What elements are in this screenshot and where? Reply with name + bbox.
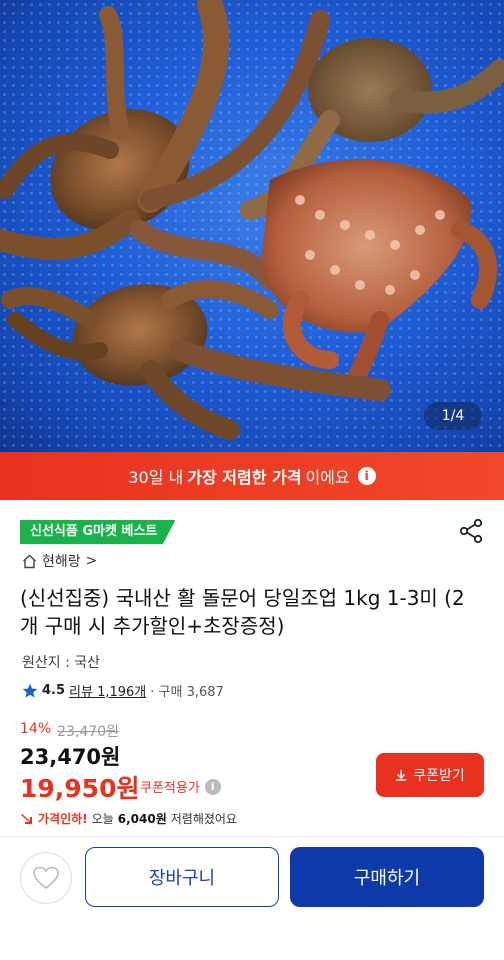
price-drop-amount: 6,040원	[117, 812, 167, 826]
share-icon[interactable]	[458, 518, 484, 544]
divider	[0, 836, 504, 837]
price-drop-label: 가격인하!	[38, 812, 88, 826]
get-coupon-label: 쿠폰받기	[413, 767, 465, 783]
price-drop-notice: 가격인하! 오늘 6,040원 저렴해졌어요	[20, 810, 237, 827]
image-counter: 1/4	[424, 402, 482, 430]
heart-icon	[33, 866, 59, 890]
product-page: 1/4 30일 내 가장 저렴한 가격 이에요 i 신선식품 G마켓 베스트 현…	[0, 0, 504, 960]
rating-score: 4.5	[42, 683, 66, 698]
info-icon[interactable]: i	[357, 467, 376, 485]
best-badge: 신선식품 G마켓 베스트	[20, 520, 176, 544]
product-title: (신선집중) 국내산 활 돌문어 당일조업 1kg 1-3미 (2개 구매 시 …	[20, 586, 465, 638]
wishlist-button[interactable]	[20, 852, 72, 904]
rating-row: 4.5 리뷰 1,196개 · 구매 3,687	[22, 681, 224, 700]
store-link[interactable]: 현해랑 >	[22, 551, 97, 571]
get-coupon-button[interactable]: 쿠폰받기	[376, 753, 484, 797]
discount-row: 14% 23,470원	[20, 721, 119, 741]
sale-price: 23,470원	[20, 745, 121, 769]
coupon-applied-note[interactable]: 쿠폰적용가 i	[140, 777, 221, 796]
star-icon	[22, 683, 38, 698]
store-name: 현해랑	[42, 554, 81, 570]
down-arrow-icon	[21, 813, 32, 824]
banner-text-suffix: 이에요	[305, 468, 350, 487]
lowest-price-banner[interactable]: 30일 내 가장 저렴한 가격 이에요 i	[0, 452, 504, 500]
coupon-price: 19,950원	[20, 774, 140, 803]
purchase-count: · 구매 3,687	[150, 685, 224, 700]
origin-info: 원산지 : 국산	[22, 655, 101, 671]
discount-rate: 14%	[20, 721, 52, 737]
octopus-photo	[0, 0, 504, 440]
banner-text-bold: 가장 저렴한 가격	[187, 468, 302, 487]
home-icon	[23, 554, 36, 568]
review-count-link[interactable]: 리뷰 1,196개	[69, 681, 146, 700]
banner-text-prefix: 30일 내	[128, 468, 184, 487]
coupon-note-text: 쿠폰적용가	[140, 781, 200, 796]
chevron-right-icon: >	[85, 553, 98, 569]
price-drop-prefix: 오늘	[91, 812, 114, 826]
info-icon[interactable]: i	[204, 778, 221, 795]
download-icon	[396, 770, 407, 781]
cart-button[interactable]: 장바구니	[85, 847, 279, 907]
product-image-carousel[interactable]: 1/4	[0, 0, 504, 452]
original-price: 23,470원	[57, 724, 119, 740]
buy-button[interactable]: 구매하기	[290, 847, 484, 907]
price-drop-suffix: 저렴해졌어요	[170, 812, 237, 826]
